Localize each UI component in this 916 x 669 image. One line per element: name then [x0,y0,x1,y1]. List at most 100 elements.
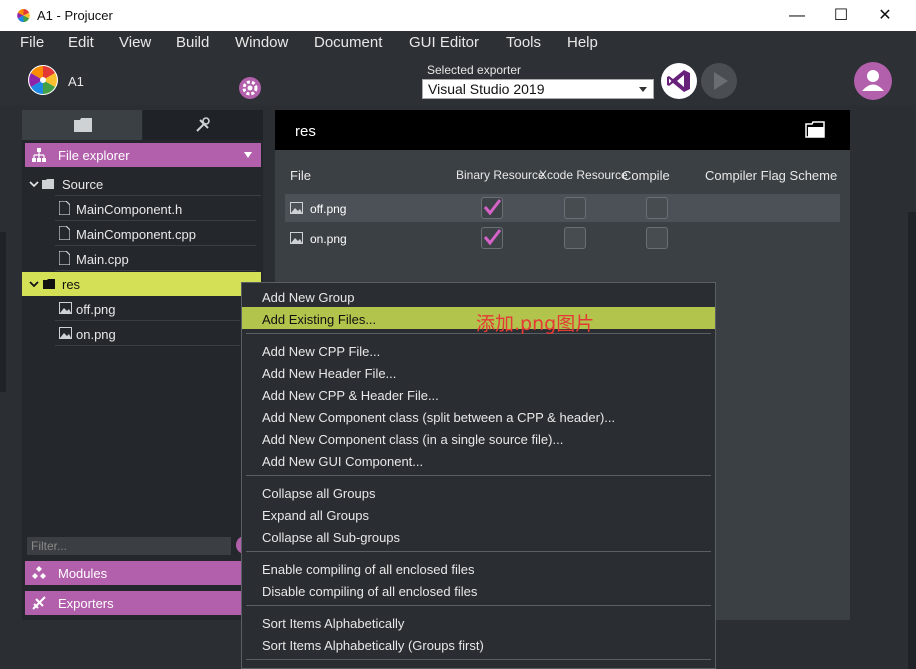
xcode-resource-checkbox[interactable] [564,227,586,249]
file-name: on.png [310,232,347,246]
folder-icon [43,279,55,289]
menu-edit[interactable]: Edit [68,34,94,51]
tree-item-label: on.png [76,327,116,342]
visual-studio-icon [667,70,690,92]
open-in-ide-button[interactable] [661,63,697,99]
menu-add-component-single[interactable]: Add New Component class (in a single sou… [242,427,715,449]
col-binary-resource: Binary Resource [456,168,545,182]
tree-item-label: Source [62,177,104,192]
maximize-button[interactable]: ☐ [818,0,864,31]
binary-resource-checkbox[interactable] [481,197,503,219]
menu-tools[interactable]: Tools [506,34,541,51]
menu-document[interactable]: Document [314,34,382,51]
menu-disable-compiling[interactable]: Disable compiling of all enclosed files [242,579,715,601]
projucer-logo-icon [16,8,31,23]
row-divider [55,320,240,321]
menu-item-label: Sort Items Alphabetically [262,616,405,631]
tree-item-maincomponent-h[interactable]: MainComponent.h [25,197,256,221]
row-divider [55,220,256,221]
menu-expand-all-groups[interactable]: Expand all Groups [242,503,715,525]
chevron-down-icon [29,281,39,288]
menu-add-new-group[interactable]: Add New Group [242,285,715,307]
menu-help[interactable]: Help [567,34,598,51]
menu-item-label: Add New Component class (in a single sou… [262,432,564,447]
minimize-button[interactable]: — [774,0,820,31]
menu-enable-compiling[interactable]: Enable compiling of all enclosed files [242,557,715,579]
chevron-down-icon [639,87,647,92]
xcode-resource-checkbox[interactable] [564,197,586,219]
filter-input[interactable]: Filter... [27,537,231,555]
tree-item-label: res [62,277,81,292]
exporters-icon [32,596,46,610]
compile-checkbox[interactable] [646,197,668,219]
menu-collapse-all-groups[interactable]: Collapse all Groups [242,481,715,503]
file-icon [59,201,70,215]
play-icon [714,72,728,90]
menu-view[interactable]: View [119,34,151,51]
tree-item-off-png[interactable]: off.png [25,297,240,321]
menu-separator [246,475,711,476]
tree-group-res[interactable]: res [22,272,261,296]
menu-sort-alphabetically[interactable]: Sort Items Alphabetically [242,611,715,633]
folder-icon [42,179,54,189]
exporters-label: Exporters [58,596,114,611]
menu-sort-groups-first[interactable]: Sort Items Alphabetically (Groups first) [242,633,715,655]
save-and-open-button[interactable] [701,63,737,99]
exporter-select[interactable]: Visual Studio 2019 [422,79,654,99]
window-title: A1 - Projucer [37,8,113,23]
menu-item-label: Enable compiling of all enclosed files [262,562,475,577]
modules-header[interactable]: Modules [25,561,243,585]
menu-build[interactable]: Build [176,34,209,51]
user-account-button[interactable] [854,62,892,100]
file-name: off.png [310,202,347,216]
menu-add-new-cpp-header-file[interactable]: Add New CPP & Header File... [242,383,715,405]
row-divider [55,345,240,346]
menu-separator [246,659,711,660]
tree-item-main-cpp[interactable]: Main.cpp [25,247,256,271]
col-file: File [290,168,311,183]
exporters-header[interactable]: Exporters [25,591,243,615]
row-divider [55,245,256,246]
table-row[interactable]: off.png [285,194,840,222]
tree-item-label: off.png [76,302,116,317]
menu-window[interactable]: Window [235,34,288,51]
menu-collapse-sub-groups[interactable]: Collapse all Sub-groups [242,525,715,547]
menu-add-gui-component[interactable]: Add New GUI Component... [242,449,715,471]
row-divider [55,270,256,271]
binary-resource-checkbox[interactable] [481,227,503,249]
menu-item-label: Add New Component class (split between a… [262,410,616,425]
chevron-down-icon [29,181,39,188]
menu-gui-editor[interactable]: GUI Editor [409,34,479,51]
hierarchy-icon [32,148,46,162]
table-row[interactable]: on.png [285,224,840,252]
compile-checkbox[interactable] [646,227,668,249]
file-explorer-label: File explorer [58,148,130,163]
image-file-icon [59,327,72,339]
tab-settings[interactable] [143,110,263,140]
open-folder-icon[interactable] [805,121,825,138]
col-compiler-flag-scheme: Compiler Flag Scheme [705,168,838,183]
file-icon [59,251,70,265]
menu-file[interactable]: File [20,34,44,51]
tree-group-source[interactable]: Source [25,172,261,196]
exporter-label: Selected exporter [427,63,522,77]
tab-files[interactable] [22,110,142,140]
modules-label: Modules [58,566,108,581]
file-explorer-header[interactable]: File explorer [25,143,261,167]
tree-item-on-png[interactable]: on.png [25,322,240,346]
menu-item-label: Collapse all Sub-groups [262,530,401,545]
menu-add-new-header-file[interactable]: Add New Header File... [242,361,715,383]
chevron-down-icon [244,152,252,158]
menu-add-component-split[interactable]: Add New Component class (split between a… [242,405,715,427]
image-file-icon [290,202,303,214]
gear-icon[interactable] [239,77,261,99]
tree-item-maincomponent-cpp[interactable]: MainComponent.cpp [25,222,256,246]
project-logo-icon[interactable] [27,64,59,96]
close-button[interactable]: ✕ [862,0,908,31]
exporter-value: Visual Studio 2019 [428,81,545,97]
filter-placeholder: Filter... [31,539,68,553]
tree-item-label: MainComponent.cpp [76,227,196,242]
menu-add-new-cpp-file[interactable]: Add New CPP File... [242,339,715,361]
background-window-fragment [908,212,916,669]
menu-item-label: Add New Group [262,290,355,305]
